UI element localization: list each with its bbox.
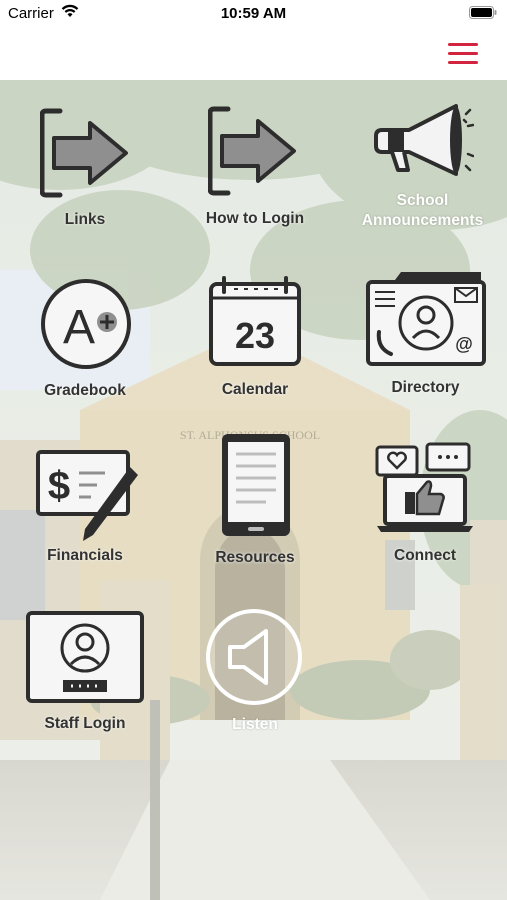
megaphone-icon xyxy=(374,104,474,176)
hamburger-menu-icon[interactable] xyxy=(445,38,481,68)
tile-label: Financials xyxy=(47,547,123,564)
tile-label: Connect xyxy=(394,547,456,564)
tile-directory[interactable]: @ Directory xyxy=(358,268,493,398)
tile-label: Links xyxy=(64,211,106,228)
tile-staff-login[interactable]: Staff Login xyxy=(20,608,150,738)
calendar-day-number: 23 xyxy=(235,315,275,356)
tile-calendar[interactable]: 23 Calendar xyxy=(195,272,315,402)
status-bar: Carrier 10:59 AM xyxy=(0,0,507,30)
laptop-social-icon xyxy=(375,442,473,532)
tile-financials[interactable]: $ Financials xyxy=(25,445,145,570)
status-time: 10:59 AM xyxy=(220,5,287,22)
calendar-icon: 23 xyxy=(209,276,301,366)
tile-label: Calendar xyxy=(221,381,289,398)
tile-label-line2: Announcements xyxy=(361,212,484,229)
contact-card-icon: @ xyxy=(366,272,486,366)
speaker-icon xyxy=(206,609,302,705)
svg-text:@: @ xyxy=(455,334,473,354)
tile-label: Listen xyxy=(232,716,278,733)
tile-label: Resources xyxy=(215,549,295,566)
arrow-bracket-icon xyxy=(40,108,128,198)
svg-text:A: A xyxy=(63,301,95,354)
tile-school-announcements[interactable]: School Announcements xyxy=(350,95,495,235)
arrow-bracket-icon xyxy=(208,106,296,196)
tile-gradebook[interactable]: A Gradebook xyxy=(25,275,145,405)
tile-label: How to Login xyxy=(205,210,305,227)
tile-listen[interactable]: Listen xyxy=(195,605,315,735)
user-login-screen-icon xyxy=(26,611,144,703)
check-signing-icon: $ xyxy=(36,450,138,541)
tile-resources[interactable]: Resources xyxy=(195,430,315,570)
tile-links[interactable]: Links xyxy=(25,100,145,230)
tile-label-line1: School xyxy=(396,192,449,209)
dollar-sign: $ xyxy=(48,464,70,508)
nav-bar xyxy=(0,30,507,80)
tile-connect[interactable]: Connect xyxy=(365,440,485,570)
tablet-document-icon xyxy=(222,434,290,536)
a-plus-grade-icon: A xyxy=(41,279,131,369)
tile-label: Staff Login xyxy=(44,715,126,732)
battery-icon xyxy=(469,6,497,19)
tile-how-to-login[interactable]: How to Login xyxy=(195,100,315,230)
tile-label: Directory xyxy=(391,379,460,396)
tile-label: Gradebook xyxy=(44,382,126,399)
